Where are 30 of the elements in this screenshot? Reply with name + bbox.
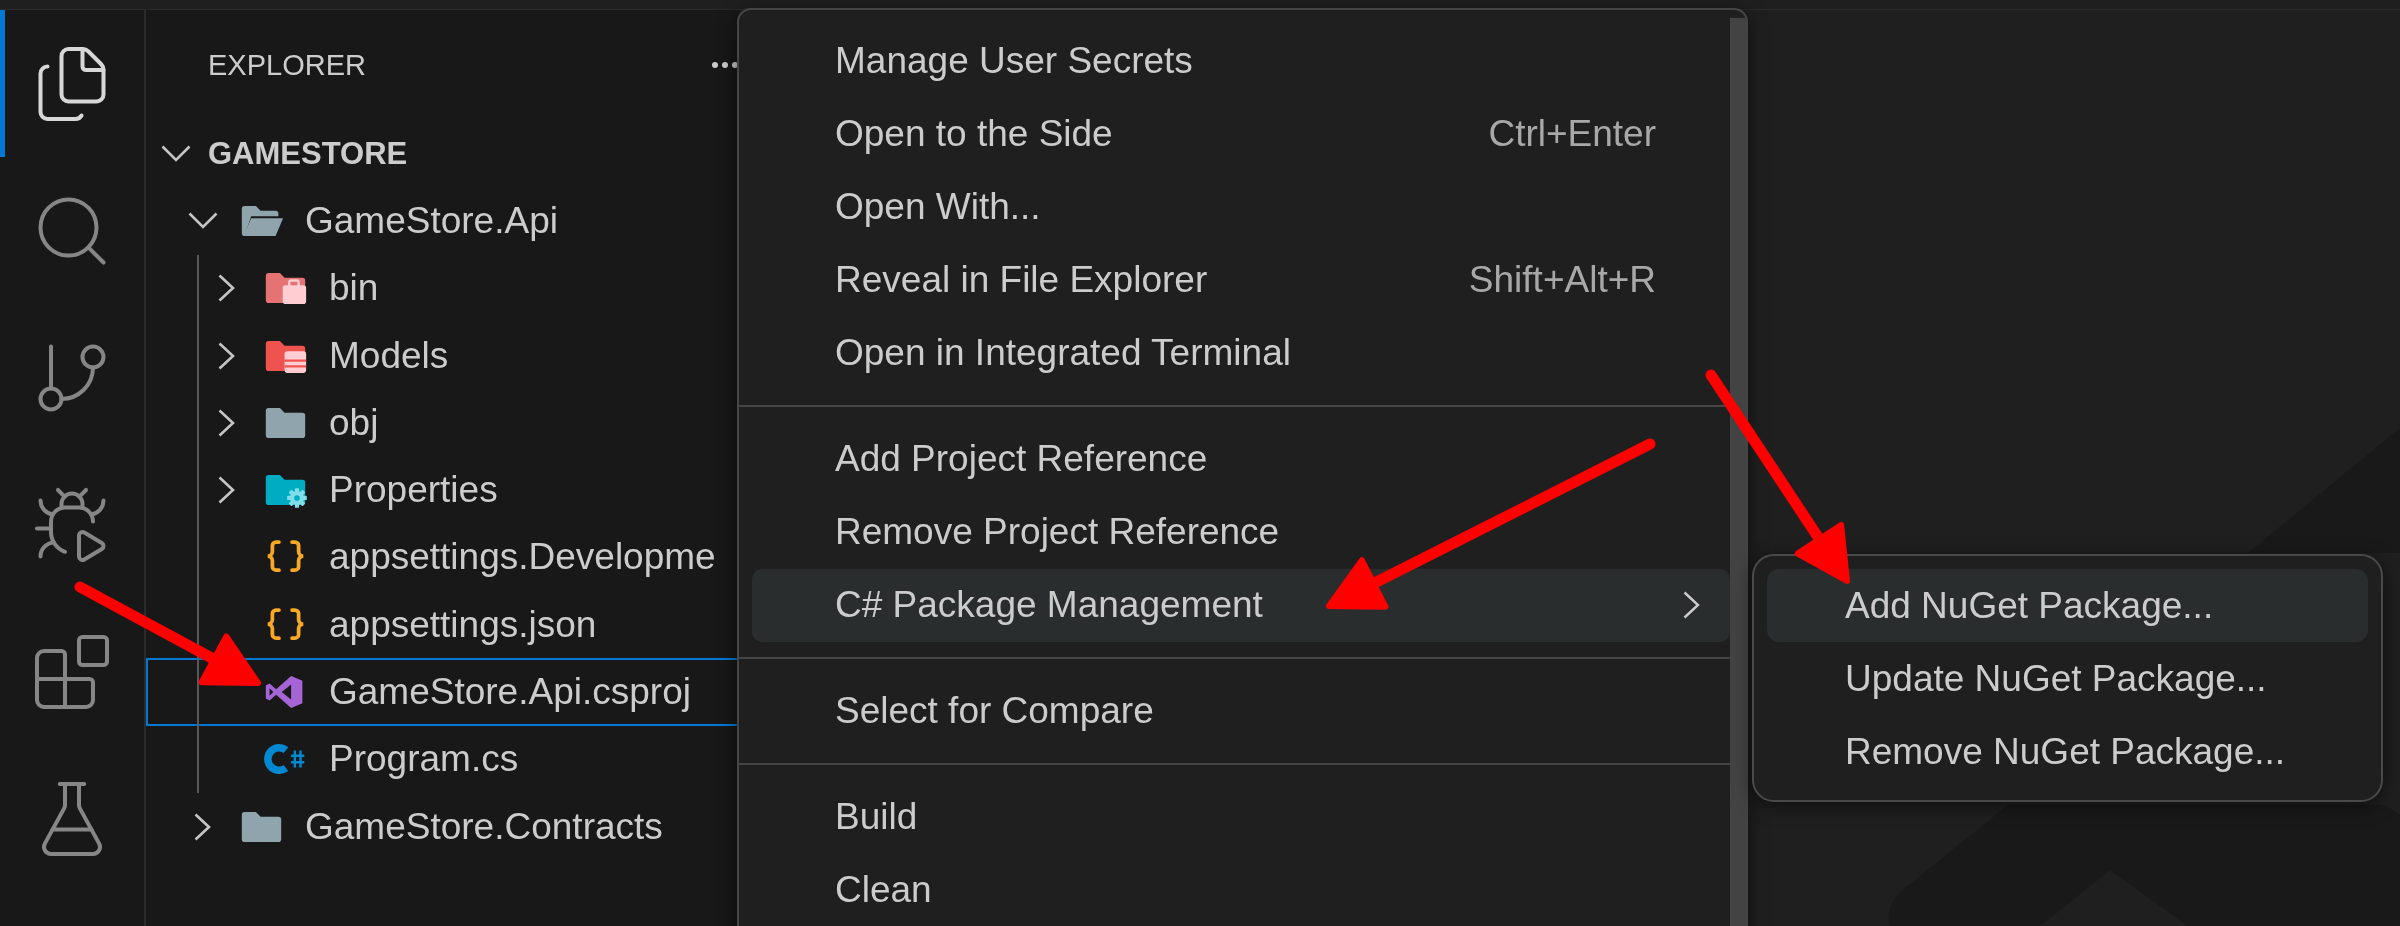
- menu-item[interactable]: Open to the Side Ctrl+Enter: [752, 97, 1730, 171]
- more-icon[interactable]: [710, 62, 740, 68]
- menu-item[interactable]: Manage User Secrets: [752, 24, 1730, 98]
- menu-item[interactable]: Open in Integrated Terminal: [752, 316, 1730, 390]
- tree-item[interactable]: obj: [146, 389, 740, 457]
- tree-item[interactable]: Models: [146, 321, 740, 390]
- tree-item[interactable]: appsettings.Developme: [146, 523, 740, 592]
- menu-item[interactable]: Add NuGet Package...: [1767, 569, 2368, 642]
- menu-item[interactable]: Reveal in File Explorer Shift+Alt+R: [752, 243, 1730, 317]
- tree-item[interactable]: Program.cs: [146, 725, 740, 793]
- tree-item[interactable]: GameStore.Contracts: [146, 792, 740, 861]
- tree-item[interactable]: bin: [146, 254, 740, 322]
- menu-item[interactable]: Add Project Reference: [752, 422, 1730, 496]
- menu-item[interactable]: Clean: [752, 853, 1730, 926]
- menu-item[interactable]: Remove Project Reference: [752, 495, 1730, 569]
- tree-item[interactable]: GameStore.Api.csproj: [146, 658, 740, 726]
- tree-item[interactable]: GameStore.Api: [146, 187, 740, 255]
- menu-item[interactable]: Update NuGet Package...: [1767, 642, 2368, 715]
- tree-item[interactable]: appsettings.json: [146, 591, 740, 659]
- menu-item[interactable]: Remove NuGet Package...: [1767, 715, 2368, 788]
- menu-item[interactable]: Open With...: [752, 170, 1730, 244]
- menu-item[interactable]: C# Package Management: [752, 568, 1730, 642]
- menu-item[interactable]: Select for Compare: [752, 674, 1730, 748]
- sidebar-title: EXPLORER: [208, 48, 366, 82]
- keyboard-shortcut: Ctrl+Enter: [1488, 113, 1656, 155]
- workspace-header[interactable]: GAMESTORE: [146, 120, 740, 188]
- menu-item[interactable]: Build: [752, 780, 1730, 854]
- tree-item[interactable]: Properties: [146, 456, 740, 524]
- keyboard-shortcut: Shift+Alt+R: [1468, 259, 1656, 301]
- scrollbar-thumb[interactable]: [1730, 18, 1746, 926]
